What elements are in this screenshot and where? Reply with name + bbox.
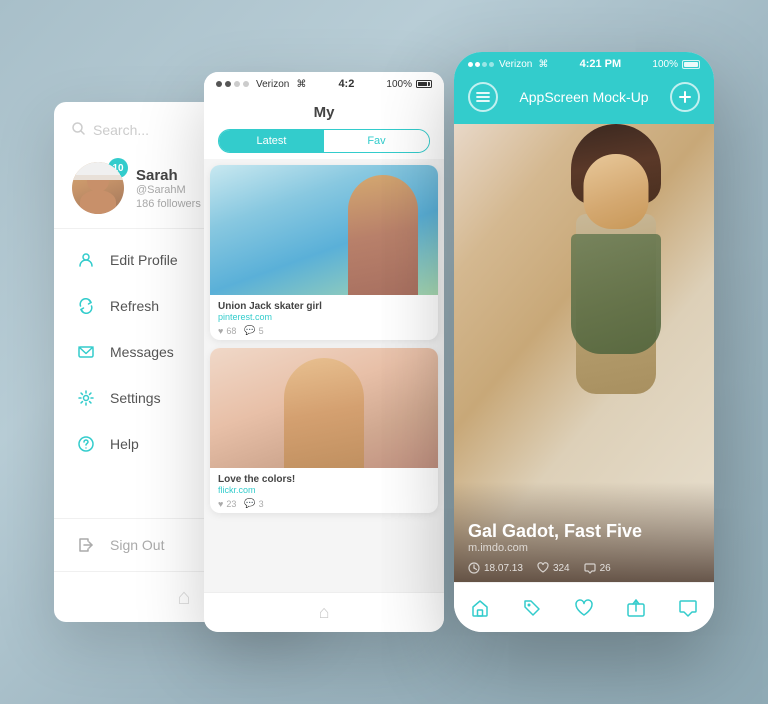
feed-card-2-title: Love the colors! — [218, 474, 430, 485]
person-icon — [76, 250, 96, 270]
profile-followers: 186 followers — [136, 198, 201, 210]
app-hero-image: Gal Gadot, Fast Five m.imdo.com 18.07.13 — [454, 124, 714, 582]
avatar-wrapper: 10 — [72, 162, 124, 214]
hero-title: Gal Gadot, Fast Five — [468, 521, 700, 542]
app-time: 4:21 PM — [580, 58, 622, 70]
feed-status-bar: Verizon ⌘ 4:2 100% — [204, 72, 444, 94]
nav-home-button[interactable] — [462, 590, 498, 626]
menu-label-settings: Settings — [110, 390, 161, 406]
feed-card-2-source: flickr.com — [218, 485, 430, 495]
question-icon — [76, 434, 96, 454]
hero-likes: 324 — [537, 562, 570, 574]
feed-card-1-source: pinterest.com — [218, 312, 430, 322]
signal-dot-1 — [216, 81, 222, 87]
home-icon-menu: ⌂ — [177, 584, 190, 610]
app-status-left: Verizon ⌘ — [468, 59, 548, 70]
gear-icon — [76, 388, 96, 408]
feed-card-2-stats: ♥ 23 💬 3 — [218, 498, 430, 509]
app-signal-dot-2 — [475, 62, 480, 67]
home-icon-feed: ⌂ — [319, 602, 330, 623]
nav-tag-button[interactable] — [514, 590, 550, 626]
feed-bottom-bar: ⌂ — [204, 592, 444, 632]
feed-tabs: Latest Fav — [218, 129, 430, 153]
nav-chat-button[interactable] — [670, 590, 706, 626]
feed-title: My — [218, 104, 430, 121]
feed-card-2-likes: ♥ 23 — [218, 498, 236, 509]
signout-icon — [76, 535, 96, 555]
feed-card-1-image — [210, 165, 438, 295]
comment-icon-small: 💬 — [244, 325, 255, 336]
app-bottom-nav — [454, 582, 714, 632]
camera-overlay — [308, 392, 340, 424]
feed-content: Union Jack skater girl pinterest.com ♥ 6… — [204, 159, 444, 592]
hero-figure — [536, 124, 696, 464]
profile-info: Sarah @SarahM 186 followers — [136, 167, 201, 210]
profile-name: Sarah — [136, 167, 201, 184]
envelope-icon — [76, 342, 96, 362]
app-signal-dot-4 — [489, 62, 494, 67]
nav-heart-button[interactable] — [566, 590, 602, 626]
tab-favorites[interactable]: Fav — [324, 130, 429, 152]
signal-dot-3 — [234, 81, 240, 87]
feed-header: My Latest Fav — [204, 94, 444, 159]
feed-card-2-comments: 💬 3 — [244, 498, 263, 509]
feed-time: 4:2 — [338, 78, 354, 90]
search-placeholder: Search... — [93, 122, 149, 138]
feed-card-1-likes: ♥ 68 — [218, 325, 236, 336]
profile-handle: @SarahM — [136, 184, 201, 196]
comment-icon-small-2: 💬 — [244, 498, 255, 509]
menu-label-refresh: Refresh — [110, 298, 159, 314]
signal-dot-4 — [243, 81, 249, 87]
hero-comments: 26 — [584, 562, 611, 574]
app-signal-dot-1 — [468, 62, 473, 67]
avatar — [72, 162, 124, 214]
heart-icon-small: ♥ — [218, 326, 223, 336]
feed-panel: Verizon ⌘ 4:2 100% My Latest Fav — [204, 72, 444, 632]
nav-share-button[interactable] — [618, 590, 654, 626]
feed-status-left: Verizon ⌘ — [216, 79, 306, 90]
feed-card-1[interactable]: Union Jack skater girl pinterest.com ♥ 6… — [210, 165, 438, 340]
feed-card-2-info: Love the colors! flickr.com ♥ 23 💬 3 — [210, 468, 438, 513]
app-panel: Verizon ⌘ 4:21 PM 100% AppScreen Mock — [454, 52, 714, 632]
app-header: AppScreen Mock-Up — [454, 74, 714, 124]
hero-stats: 18.07.13 324 26 — [468, 562, 700, 574]
feed-card-1-info: Union Jack skater girl pinterest.com ♥ 6… — [210, 295, 438, 340]
feed-battery: 100% — [386, 79, 432, 90]
menu-open-button[interactable] — [468, 82, 498, 112]
feed-carrier: Verizon — [256, 79, 289, 90]
feed-card-1-comments: 💬 5 — [244, 325, 263, 336]
app-signal-dot-3 — [482, 62, 487, 67]
feed-card-1-title: Union Jack skater girl — [218, 301, 430, 312]
app-title: AppScreen Mock-Up — [519, 89, 648, 105]
app-carrier: Verizon — [499, 59, 532, 70]
tab-latest[interactable]: Latest — [219, 130, 324, 152]
add-button[interactable] — [670, 82, 700, 112]
hero-date: 18.07.13 — [468, 562, 523, 574]
hero-overlay: Gal Gadot, Fast Five m.imdo.com 18.07.13 — [454, 482, 714, 582]
feed-card-1-stats: ♥ 68 💬 5 — [218, 325, 430, 336]
feed-card-2-image — [210, 348, 438, 468]
menu-label-messages: Messages — [110, 344, 174, 360]
search-icon — [72, 122, 85, 138]
app-status-bar: Verizon ⌘ 4:21 PM 100% — [454, 52, 714, 74]
hero-source: m.imdo.com — [468, 542, 700, 554]
menu-label-edit-profile: Edit Profile — [110, 252, 178, 268]
app-battery: 100% — [652, 59, 700, 70]
feed-card-2[interactable]: Love the colors! flickr.com ♥ 23 💬 3 — [210, 348, 438, 513]
signout-label: Sign Out — [110, 537, 164, 553]
menu-label-help: Help — [110, 436, 139, 452]
refresh-icon — [76, 296, 96, 316]
signal-dot-2 — [225, 81, 231, 87]
heart-icon-small-2: ♥ — [218, 499, 223, 509]
